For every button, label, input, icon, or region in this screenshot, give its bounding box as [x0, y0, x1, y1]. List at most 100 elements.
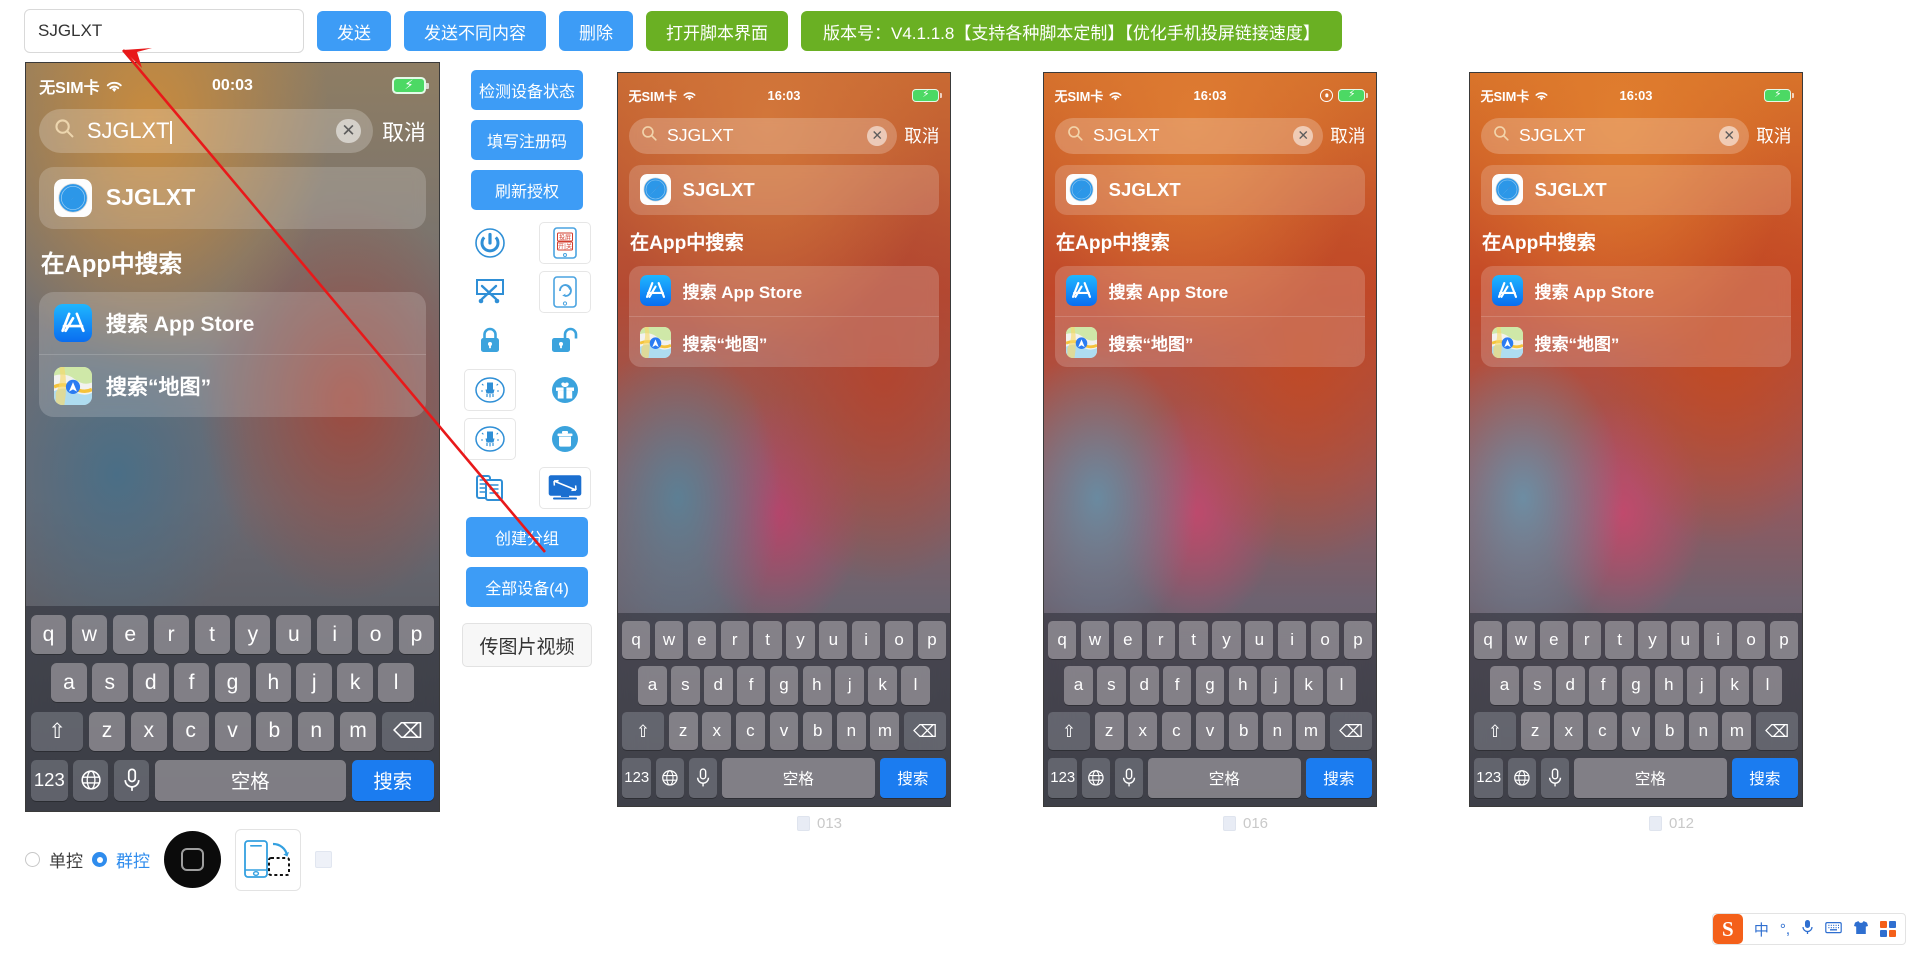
device-screen-3[interactable]: 无SIM卡 16:03 ⚡ SJGLXT ✕ 取消 SJGLXT 在App中搜索… — [1043, 72, 1377, 807]
top-hit-row[interactable]: SJGLXT — [39, 167, 426, 229]
key-backspace[interactable]: ⌫ — [904, 711, 947, 751]
key-n[interactable]: n — [1262, 711, 1292, 751]
ime-mic-icon[interactable] — [1801, 919, 1814, 939]
ime-skin-icon[interactable] — [1853, 920, 1869, 939]
gift-icon[interactable] — [539, 369, 591, 411]
key-l[interactable]: l — [378, 663, 414, 703]
key-o[interactable]: o — [358, 615, 394, 655]
key-y[interactable]: y — [1638, 620, 1667, 659]
cancel-search-button[interactable]: 取消 — [382, 116, 426, 147]
key-o[interactable]: o — [1310, 620, 1340, 659]
key-j[interactable]: j — [296, 663, 333, 703]
search-input[interactable]: SJGLXT ✕ — [39, 108, 373, 154]
key-z[interactable]: z — [1094, 711, 1124, 751]
key-e[interactable]: e — [1539, 620, 1568, 659]
ime-keyboard-icon[interactable] — [1825, 921, 1842, 938]
key-numeric[interactable]: 123 — [30, 759, 68, 802]
key-r[interactable]: r — [720, 620, 749, 659]
key-r[interactable]: r — [153, 615, 189, 655]
key-j[interactable]: j — [1261, 666, 1291, 705]
key-q[interactable]: q — [30, 615, 67, 655]
key-w[interactable]: w — [654, 620, 684, 659]
copy-icon[interactable] — [464, 467, 516, 509]
refresh-authorization-button[interactable]: 刷新授权 — [471, 170, 583, 210]
device-screen-1[interactable]: 无SIM卡 00:03 ⚡ SJGLXT ✕ 取消 SJGLXT 在App中搜索… — [25, 62, 440, 812]
key-shift[interactable]: ⇧ — [30, 711, 84, 751]
key-space[interactable]: 空格 — [1147, 757, 1301, 799]
ime-punctuation-icon[interactable]: °, — [1780, 921, 1790, 938]
key-y[interactable]: y — [1212, 620, 1241, 659]
key-shift[interactable]: ⇧ — [1047, 711, 1090, 751]
globe-icon[interactable] — [73, 759, 109, 802]
key-n[interactable]: n — [836, 711, 866, 751]
key-j[interactable]: j — [1687, 666, 1717, 705]
clear-search-icon[interactable]: ✕ — [867, 125, 888, 146]
key-l[interactable]: l — [1753, 666, 1782, 705]
key-numeric[interactable]: 123 — [1047, 757, 1078, 799]
key-z[interactable]: z — [1520, 711, 1550, 751]
rotate-screen-button[interactable] — [235, 828, 301, 891]
key-e[interactable]: e — [1113, 620, 1142, 659]
key-h[interactable]: h — [802, 666, 832, 705]
list-item[interactable]: 搜索 App Store — [1055, 266, 1366, 316]
key-y[interactable]: y — [235, 615, 271, 655]
key-g[interactable]: g — [1621, 666, 1651, 705]
key-i[interactable]: i — [317, 615, 353, 655]
key-s[interactable]: s — [1523, 666, 1552, 705]
screencast-toggle-icon[interactable]: 投屏 开|关 — [538, 222, 591, 264]
key-a[interactable]: a — [638, 666, 667, 705]
key-space[interactable]: 空格 — [1573, 757, 1727, 799]
search-input[interactable]: SJGLXT ✕ — [628, 117, 897, 154]
key-a[interactable]: a — [1490, 666, 1519, 705]
cancel-search-button[interactable]: 取消 — [1330, 123, 1365, 148]
key-o[interactable]: o — [1736, 620, 1766, 659]
key-k[interactable]: k — [868, 666, 897, 705]
screen-resize-icon[interactable] — [538, 467, 591, 509]
sogou-logo-icon[interactable]: S — [1712, 914, 1743, 944]
lock-open-icon[interactable] — [539, 320, 591, 362]
key-search[interactable]: 搜索 — [1731, 757, 1799, 799]
device-screen-2[interactable]: 无SIM卡 16:03 ⚡ SJGLXT ✕ 取消 SJGLXT 在App中搜索… — [617, 72, 951, 807]
key-e[interactable]: e — [112, 615, 148, 655]
key-c[interactable]: c — [1161, 711, 1191, 751]
key-u[interactable]: u — [1245, 620, 1274, 659]
key-v[interactable]: v — [1621, 711, 1651, 751]
key-n[interactable]: n — [298, 711, 335, 751]
key-e[interactable]: e — [687, 620, 716, 659]
key-v[interactable]: v — [769, 711, 799, 751]
key-search[interactable]: 搜索 — [351, 759, 435, 802]
key-d[interactable]: d — [132, 663, 169, 703]
key-s[interactable]: s — [92, 663, 128, 703]
key-z[interactable]: z — [88, 711, 125, 751]
key-t[interactable]: t — [1179, 620, 1208, 659]
search-input[interactable]: SJGLXT ✕ — [1054, 117, 1323, 154]
key-v[interactable]: v — [1195, 711, 1225, 751]
key-f[interactable]: f — [1588, 666, 1618, 705]
key-p[interactable]: p — [1769, 620, 1799, 659]
key-w[interactable]: w — [1506, 620, 1536, 659]
key-u[interactable]: u — [819, 620, 848, 659]
key-b[interactable]: b — [1229, 711, 1259, 751]
key-j[interactable]: j — [835, 666, 865, 705]
key-x[interactable]: x — [130, 711, 167, 751]
key-c[interactable]: c — [735, 711, 765, 751]
list-item[interactable]: 搜索“地图” — [39, 354, 426, 417]
key-u[interactable]: u — [1671, 620, 1700, 659]
key-x[interactable]: x — [1554, 711, 1584, 751]
key-v[interactable]: v — [214, 711, 251, 751]
key-k[interactable]: k — [1720, 666, 1749, 705]
key-g[interactable]: g — [214, 663, 251, 703]
enter-register-code-button[interactable]: 填写注册码 — [471, 120, 583, 160]
list-item[interactable]: 搜索“地图” — [1054, 315, 1366, 367]
key-space[interactable]: 空格 — [154, 759, 346, 802]
select-all-checkbox[interactable] — [315, 851, 332, 868]
key-b[interactable]: b — [803, 711, 833, 751]
check-device-status-button[interactable]: 检测设备状态 — [471, 70, 583, 110]
key-s[interactable]: s — [671, 666, 700, 705]
cancel-search-button[interactable]: 取消 — [1756, 123, 1791, 148]
key-u[interactable]: u — [276, 615, 312, 655]
radio-single-control[interactable] — [25, 852, 40, 867]
key-t[interactable]: t — [1605, 620, 1634, 659]
delete-button[interactable]: 删除 — [559, 11, 633, 51]
device-checkbox[interactable] — [797, 816, 810, 831]
